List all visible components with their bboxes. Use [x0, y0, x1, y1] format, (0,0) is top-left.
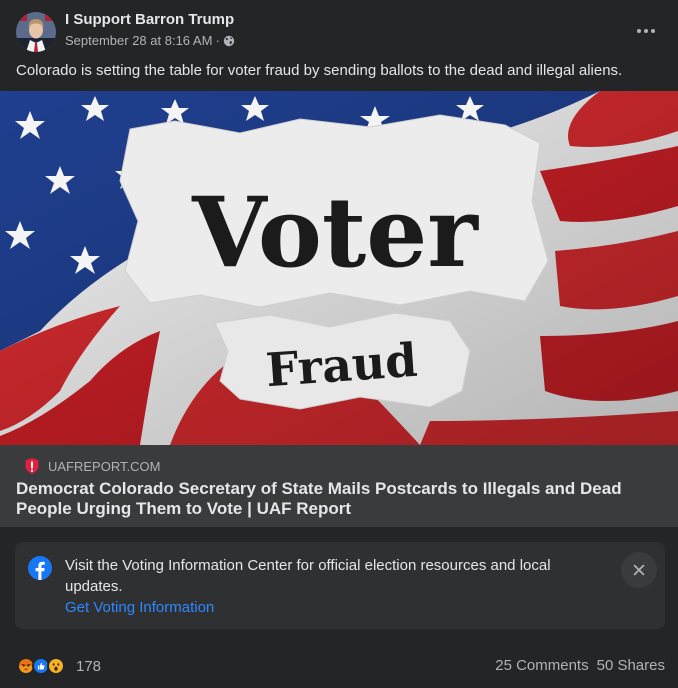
post-meta: September 28 at 8:16 AM · — [65, 33, 235, 48]
shield-warning-icon — [25, 458, 39, 474]
post-timestamp[interactable]: September 28 at 8:16 AM — [65, 33, 212, 48]
more-dots-icon — [651, 29, 655, 33]
comments-count-link[interactable]: 25 Comments — [495, 657, 588, 674]
get-voting-info-link[interactable]: Get Voting Information — [65, 598, 214, 618]
more-options-button[interactable] — [628, 17, 664, 45]
link-preview-image[interactable]: Voter Fraud — [0, 91, 678, 445]
shares-count-link[interactable]: 50 Shares — [597, 657, 665, 674]
link-domain: UAFREPORT.COM — [48, 458, 161, 474]
link-title[interactable]: Democrat Colorado Secretary of State Mai… — [16, 479, 666, 519]
voting-info-box: Visit the Voting Information Center for … — [15, 542, 665, 629]
post-caption: Colorado is setting the table for voter … — [16, 62, 623, 79]
facebook-icon — [28, 556, 52, 580]
voting-info-text: Visit the Voting Information Center for … — [65, 557, 551, 595]
more-dots-icon — [637, 29, 641, 33]
reactions-summary[interactable]: 178 — [17, 656, 101, 676]
link-preview-card[interactable]: Voter Fraud UAFREPORT.COM Democrat Color… — [0, 91, 678, 527]
post-header: I Support Barron Trump September 28 at 8… — [0, 0, 678, 58]
facebook-post: I Support Barron Trump September 28 at 8… — [0, 0, 678, 688]
image-headline: Voter — [191, 176, 479, 289]
page-name-link[interactable]: I Support Barron Trump — [65, 11, 234, 28]
dismiss-voting-info-button[interactable] — [621, 552, 657, 588]
engagement-stats: 25 Comments 50 Shares — [495, 657, 665, 674]
reaction-count: 178 — [76, 657, 102, 675]
page-avatar[interactable] — [16, 12, 56, 52]
wow-reaction-icon — [47, 657, 65, 675]
close-icon — [633, 564, 645, 576]
post-footer: 178 25 Comments 50 Shares — [0, 648, 678, 684]
meta-separator: · — [215, 33, 220, 48]
image-subheadline: Fraud — [264, 333, 419, 397]
link-info-panel[interactable]: UAFREPORT.COM Democrat Colorado Secretar… — [0, 445, 678, 527]
globe-icon[interactable] — [223, 35, 235, 47]
link-source-row: UAFREPORT.COM — [24, 457, 160, 475]
more-dots-icon — [644, 29, 648, 33]
